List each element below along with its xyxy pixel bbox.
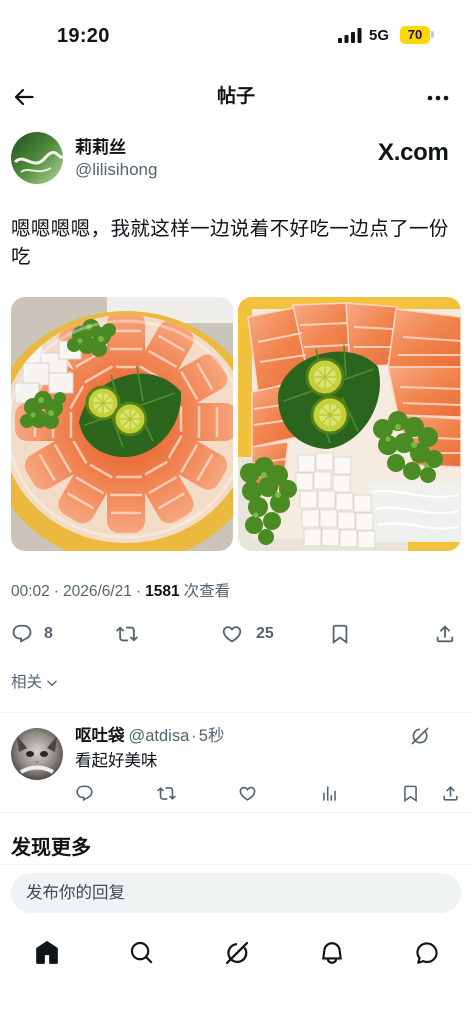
- repost-icon[interactable]: [157, 784, 176, 803]
- post-image-2[interactable]: [238, 297, 461, 551]
- related-toggle[interactable]: 相关: [11, 672, 59, 694]
- reply-icon[interactable]: [11, 623, 33, 645]
- messages-icon[interactable]: [414, 940, 440, 966]
- chevron-down-icon: [47, 680, 57, 687]
- reply-icon[interactable]: [75, 784, 94, 803]
- divider: [0, 812, 472, 813]
- bookmark-icon[interactable]: [401, 784, 420, 803]
- divider: [0, 864, 472, 865]
- status-time: 19:20: [57, 25, 110, 47]
- reply-composer-input[interactable]: 发布你的回复: [11, 873, 461, 913]
- share-icon[interactable]: [434, 623, 456, 645]
- views-icon[interactable]: [320, 784, 339, 803]
- like-icon[interactable]: [221, 623, 243, 645]
- meta-separator: ·: [135, 583, 142, 600]
- view-count[interactable]: 1581: [145, 583, 179, 600]
- reply-avatar-image: [11, 728, 63, 780]
- salmon-sashimi-photo: [11, 297, 233, 551]
- more-dots-icon[interactable]: [426, 86, 450, 110]
- grok-icon[interactable]: [224, 940, 250, 966]
- reply-avatar[interactable]: [11, 728, 63, 780]
- notifications-icon[interactable]: [319, 940, 345, 966]
- x-com-badge: X.com: [378, 139, 449, 166]
- network-type: 5G: [369, 27, 390, 44]
- battery-nub: [431, 31, 434, 38]
- reply-time[interactable]: 5秒: [199, 727, 225, 745]
- bookmark-icon[interactable]: [329, 623, 351, 645]
- divider: [0, 712, 472, 713]
- meta-separator: ·: [53, 583, 59, 600]
- search-icon[interactable]: [129, 940, 155, 966]
- related-label: 相关: [11, 674, 43, 691]
- page-title: 帖子: [216, 86, 255, 107]
- post-text: 嗯嗯嗯嗯，我就这样一边说着不好吃一边点了一份吃: [11, 218, 449, 268]
- share-icon[interactable]: [441, 784, 460, 803]
- reply-header: 呕吐袋 @atdisa · 5秒: [75, 725, 224, 747]
- like-count[interactable]: 25: [256, 623, 274, 645]
- discover-more-heading: 发现更多: [11, 837, 91, 859]
- home-icon[interactable]: [34, 940, 60, 966]
- reply-author-handle[interactable]: @atdisa: [129, 727, 190, 745]
- post-date: 2026/6/21: [62, 583, 132, 600]
- reply-more-icon[interactable]: [441, 728, 459, 746]
- grok-icon[interactable]: [410, 726, 430, 746]
- post-time: 00:02: [11, 583, 50, 600]
- view-count-label[interactable]: 次查看: [184, 583, 231, 600]
- like-icon[interactable]: [238, 784, 257, 803]
- post-image-1[interactable]: [11, 297, 233, 551]
- reply-text: 看起好美味: [75, 752, 158, 770]
- reply-author-name[interactable]: 呕吐袋: [75, 727, 125, 745]
- author-handle[interactable]: @lilisihong: [75, 159, 157, 181]
- battery-indicator: 70: [400, 26, 430, 44]
- salmon-sashimi-photo: [238, 297, 461, 551]
- author-avatar[interactable]: [11, 132, 63, 184]
- repost-icon[interactable]: [116, 623, 138, 645]
- author-name[interactable]: 莉莉丝: [75, 137, 126, 159]
- cellular-signal-icon: [338, 28, 362, 43]
- author-avatar-image: [11, 132, 63, 184]
- post-meta: 00:02 · 2026/6/21 · 1581 次查看: [11, 581, 230, 603]
- reply-separator: ·: [191, 727, 197, 745]
- reply-count[interactable]: 8: [44, 623, 53, 645]
